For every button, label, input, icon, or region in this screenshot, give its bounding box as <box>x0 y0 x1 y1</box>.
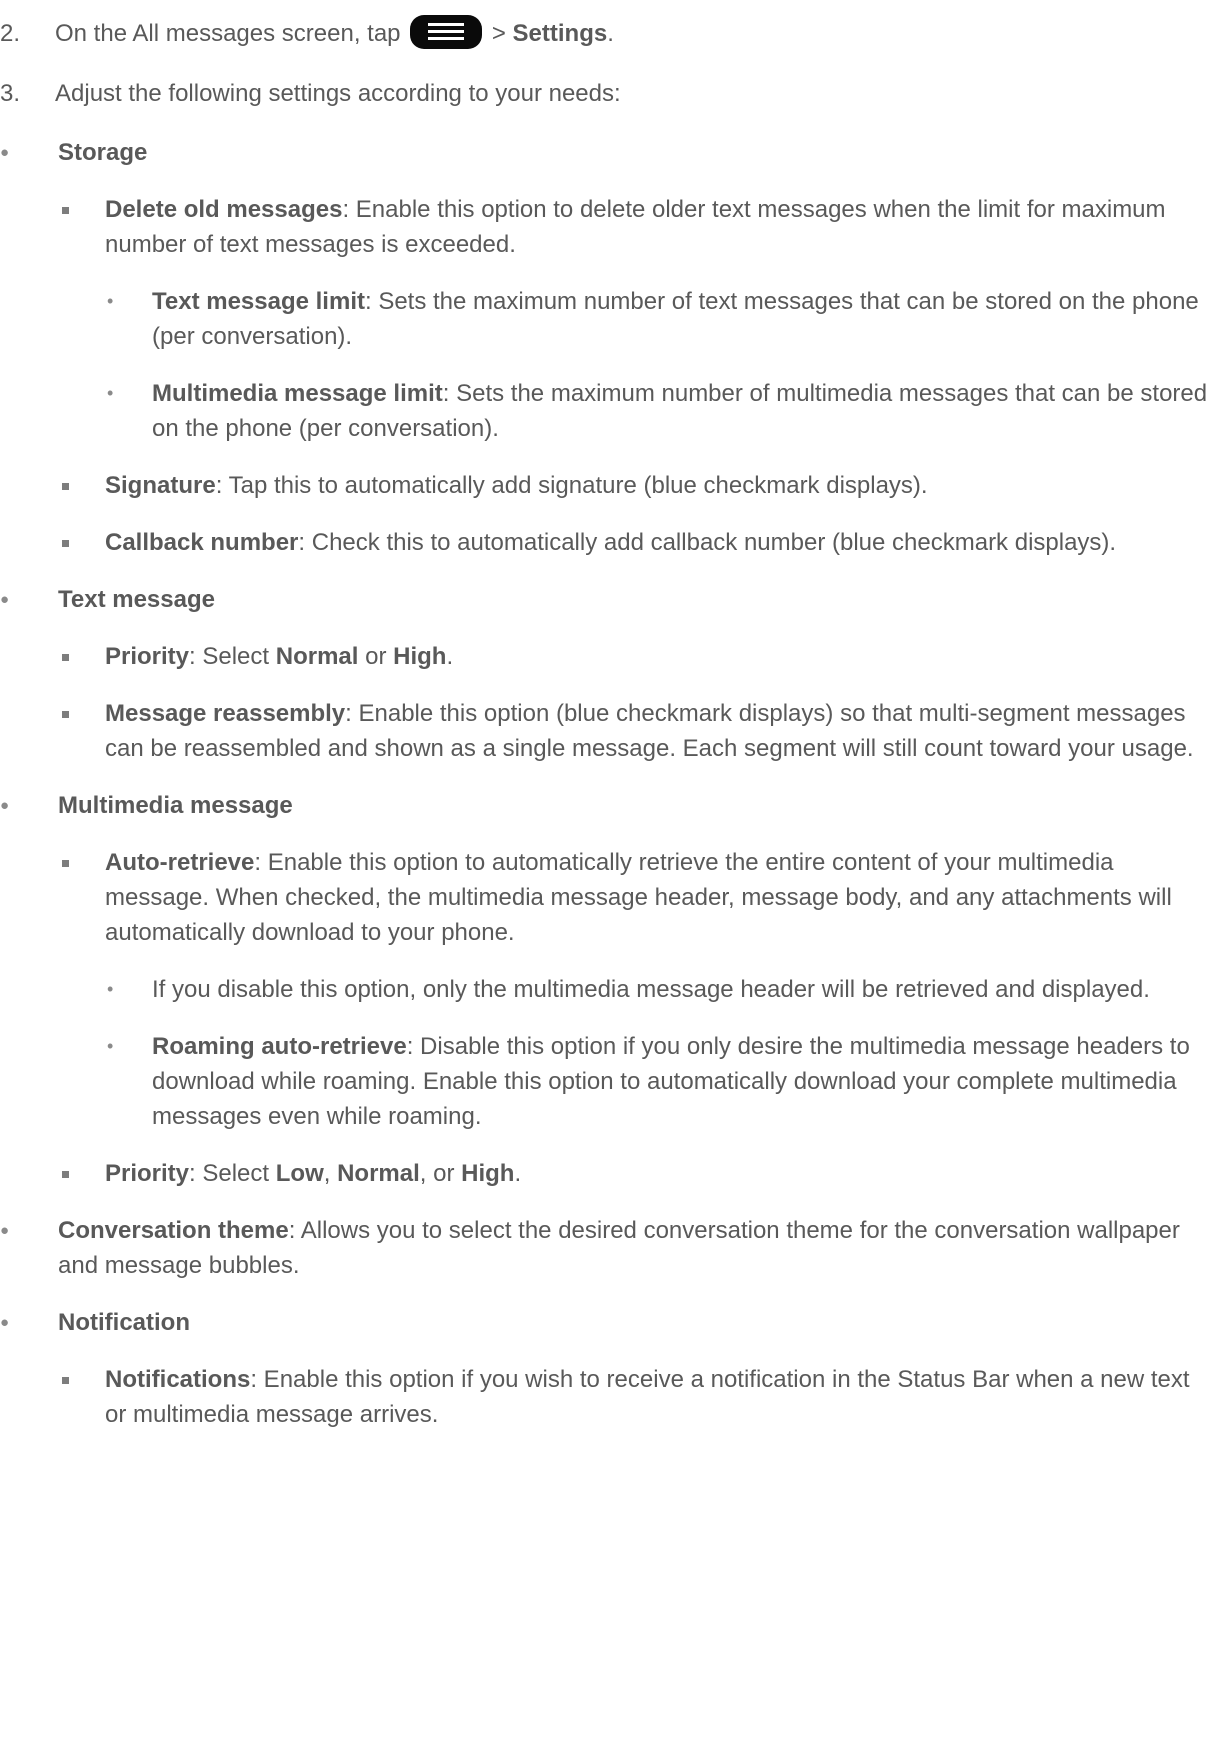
option: Low <box>275 1159 324 1187</box>
step-text: > <box>485 20 513 47</box>
description: : Select <box>189 642 276 670</box>
list-item: If you disable this option, only the mul… <box>0 972 1212 1007</box>
list-item: Auto-retrieve: Enable this option to aut… <box>0 845 1212 950</box>
description: or <box>358 642 394 670</box>
description: . <box>514 1159 522 1187</box>
step-2: 2. On the All messages screen, tap > Set… <box>0 14 1212 52</box>
list-item: Priority: Select Normal or High. <box>0 639 1212 674</box>
term: Roaming auto-retrieve <box>152 1032 407 1060</box>
step-text: . <box>607 20 614 47</box>
term: Message reassembly <box>105 699 346 727</box>
option: High <box>393 642 447 670</box>
section-heading: Storage <box>58 138 148 166</box>
description: If you disable this option, only the mul… <box>152 975 1150 1003</box>
menu-icon <box>410 14 483 49</box>
section-text-message: Text message <box>0 582 1212 617</box>
list-item: Message reassembly: Enable this option (… <box>0 696 1212 766</box>
term: Text message limit <box>152 287 365 315</box>
section-heading: Multimedia message <box>58 791 293 819</box>
description: , <box>323 1159 338 1187</box>
section-notification: Notification <box>0 1305 1212 1340</box>
step-number: 3. <box>0 79 21 107</box>
option: High <box>461 1159 515 1187</box>
term: Notifications <box>105 1365 251 1393</box>
term: Auto-retrieve <box>105 848 255 876</box>
list-item: Priority: Select Low, Normal, or High. <box>0 1156 1212 1191</box>
section-heading: Text message <box>58 585 215 613</box>
description: . <box>446 642 454 670</box>
section-storage: Storage <box>0 135 1212 170</box>
term: Multimedia message limit <box>152 379 443 407</box>
step-3: 3. Adjust the following settings accordi… <box>0 76 1212 111</box>
option: Normal <box>275 642 359 670</box>
description: : Check this to automatically add callba… <box>298 528 1117 556</box>
document-page: 2. On the All messages screen, tap > Set… <box>0 0 1212 1746</box>
description: : Enable this option if you wish to rece… <box>105 1365 1190 1428</box>
list-item: Notifications: Enable this option if you… <box>0 1362 1212 1432</box>
term: Signature <box>105 471 216 499</box>
list-item: Signature: Tap this to automatically add… <box>0 468 1212 503</box>
description: : Enable this option to automatically re… <box>105 848 1172 946</box>
list-item: Multimedia message limit: Sets the maxim… <box>0 376 1212 446</box>
description: : Select <box>189 1159 276 1187</box>
option: Normal <box>337 1159 420 1187</box>
step-number: 2. <box>0 20 21 47</box>
description: : Tap this to automatically add signatur… <box>215 471 928 499</box>
term: Priority <box>105 642 190 670</box>
section-multimedia-message: Multimedia message <box>0 788 1212 823</box>
term: Priority <box>105 1159 190 1187</box>
step-text: On the All messages screen, tap <box>55 20 408 47</box>
list-item: Callback number: Check this to automatic… <box>0 525 1212 560</box>
section-heading: Notification <box>58 1308 190 1336</box>
list-item: Delete old messages: Enable this option … <box>0 192 1212 262</box>
description: , or <box>419 1159 462 1187</box>
settings-label: Settings <box>512 20 608 47</box>
list-item: Text message limit: Sets the maximum num… <box>0 284 1212 354</box>
term: Delete old messages <box>105 195 343 223</box>
term: Conversation theme <box>58 1216 289 1244</box>
list-item: Roaming auto-retrieve: Disable this opti… <box>0 1029 1212 1134</box>
step-text: Adjust the following settings according … <box>55 79 621 107</box>
term: Callback number <box>105 528 299 556</box>
section-conversation-theme: Conversation theme: Allows you to select… <box>0 1213 1212 1283</box>
